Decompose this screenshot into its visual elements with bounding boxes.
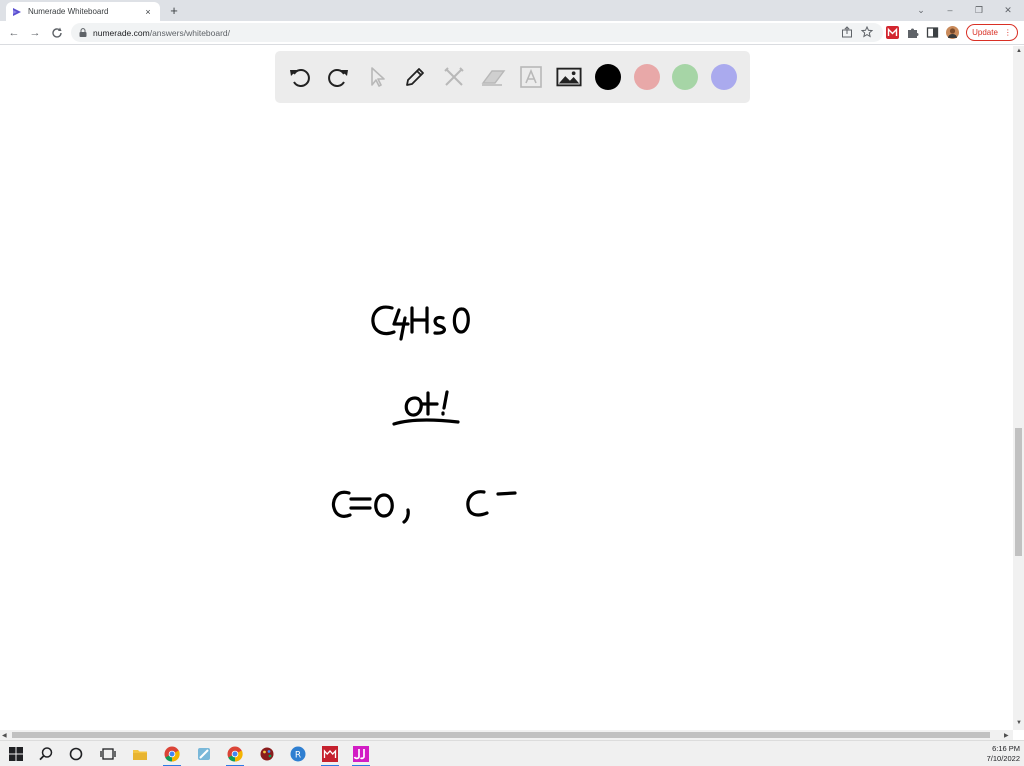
pen-tool-button[interactable] [402, 64, 428, 90]
paint-app-icon[interactable] [259, 746, 275, 762]
tab-title: Numerade Whiteboard [28, 7, 109, 16]
file-explorer-icon[interactable] [132, 746, 148, 762]
jamboard-app-icon[interactable] [353, 746, 369, 762]
handwriting-formula [371, 305, 470, 341]
scroll-left-icon[interactable]: ◀ [2, 732, 7, 739]
image-icon [556, 67, 582, 87]
clock-date: 7/10/2022 [986, 754, 1020, 763]
undo-icon [290, 69, 310, 87]
eraser-icon [481, 70, 506, 86]
vertical-scroll-thumb[interactable] [1015, 428, 1022, 556]
url-host: numerade.com [93, 27, 150, 38]
select-tool-button[interactable] [364, 64, 390, 90]
tools-icon [444, 67, 464, 86]
url-path: /answers/whiteboard/ [149, 27, 231, 38]
search-icon[interactable] [38, 746, 54, 762]
chrome-profile-icon[interactable] [227, 746, 243, 762]
address-bar[interactable]: numerade.com/answers/whiteboard/ [71, 23, 883, 42]
minimize-button[interactable]: – [937, 3, 963, 17]
restore-button[interactable]: ❐ [966, 3, 992, 17]
redo-icon [328, 69, 348, 87]
horizontal-scroll-thumb[interactable] [12, 732, 990, 738]
svg-text:R: R [295, 751, 301, 761]
color-blue-swatch[interactable] [711, 64, 737, 90]
windows-start-icon[interactable] [8, 746, 24, 762]
windows-taskbar: R 6:16 PM 7/10/2022 [0, 740, 1024, 766]
handwriting-layer [331, 305, 517, 524]
text-icon [520, 66, 542, 88]
extension-m-icon[interactable] [886, 26, 899, 39]
image-tool-button[interactable] [556, 64, 582, 90]
side-panel-icon[interactable] [926, 26, 939, 39]
lock-icon [79, 28, 87, 37]
close-window-button[interactable]: ✕ [995, 3, 1021, 17]
numerade-favicon-icon [13, 7, 21, 16]
screen: Numerade Whiteboard × + ⌄ – ❐ ✕ ← → nume… [0, 0, 1024, 766]
update-label: Update [972, 28, 998, 37]
task-view-icon[interactable] [100, 746, 116, 762]
forward-button[interactable]: → [28, 26, 42, 40]
handwriting-bonds [331, 490, 517, 524]
share-icon[interactable] [841, 26, 853, 38]
ink-app-icon[interactable] [196, 746, 212, 762]
handwriting-oh [392, 390, 460, 426]
tab-close-icon[interactable]: × [142, 7, 154, 17]
vertical-scrollbar[interactable]: ▲ ▼ [1013, 46, 1024, 730]
scroll-up-icon[interactable]: ▲ [1016, 48, 1022, 54]
tab-search-icon[interactable]: ⌄ [908, 3, 934, 17]
undo-button[interactable] [287, 64, 313, 90]
bookmark-star-icon[interactable] [861, 26, 873, 38]
cursor-icon [371, 67, 385, 87]
shapes-tool-button[interactable] [441, 64, 467, 90]
horizontal-scrollbar[interactable]: ◀ ▶ [0, 730, 1013, 740]
chrome-icon[interactable] [164, 746, 180, 762]
eraser-tool-button[interactable] [480, 64, 506, 90]
menu-icon: ⋮ [1003, 28, 1012, 37]
pen-icon [406, 68, 424, 86]
clock-time: 6:16 PM [992, 744, 1020, 753]
browser-toolbar: ← → numerade.com/answers/whiteboard/ Upd… [0, 21, 1024, 45]
color-black-swatch[interactable] [595, 64, 621, 90]
cortana-icon[interactable] [68, 746, 84, 762]
text-tool-button[interactable] [518, 64, 544, 90]
numerade-app-icon[interactable] [322, 746, 338, 762]
back-button[interactable]: ← [7, 26, 21, 40]
scroll-right-icon[interactable]: ▶ [1004, 732, 1009, 739]
color-red-swatch[interactable] [634, 64, 660, 90]
scroll-down-icon[interactable]: ▼ [1016, 720, 1022, 726]
new-tab-button[interactable]: + [166, 3, 182, 19]
color-green-swatch[interactable] [672, 64, 698, 90]
url-text: numerade.com/answers/whiteboard/ [93, 28, 230, 38]
redo-button[interactable] [325, 64, 351, 90]
update-button[interactable]: Update ⋮ [966, 24, 1018, 41]
system-clock[interactable]: 6:16 PM 7/10/2022 [987, 744, 1020, 764]
tab-strip: Numerade Whiteboard × + ⌄ – ❐ ✕ [0, 0, 1024, 21]
extensions-puzzle-icon[interactable] [906, 26, 919, 39]
reload-icon[interactable] [50, 26, 64, 40]
bluebeam-app-icon[interactable]: R [290, 746, 306, 762]
whiteboard-canvas[interactable] [0, 46, 1013, 730]
profile-avatar[interactable] [946, 26, 959, 39]
tab-numerade-whiteboard[interactable]: Numerade Whiteboard × [6, 2, 160, 21]
